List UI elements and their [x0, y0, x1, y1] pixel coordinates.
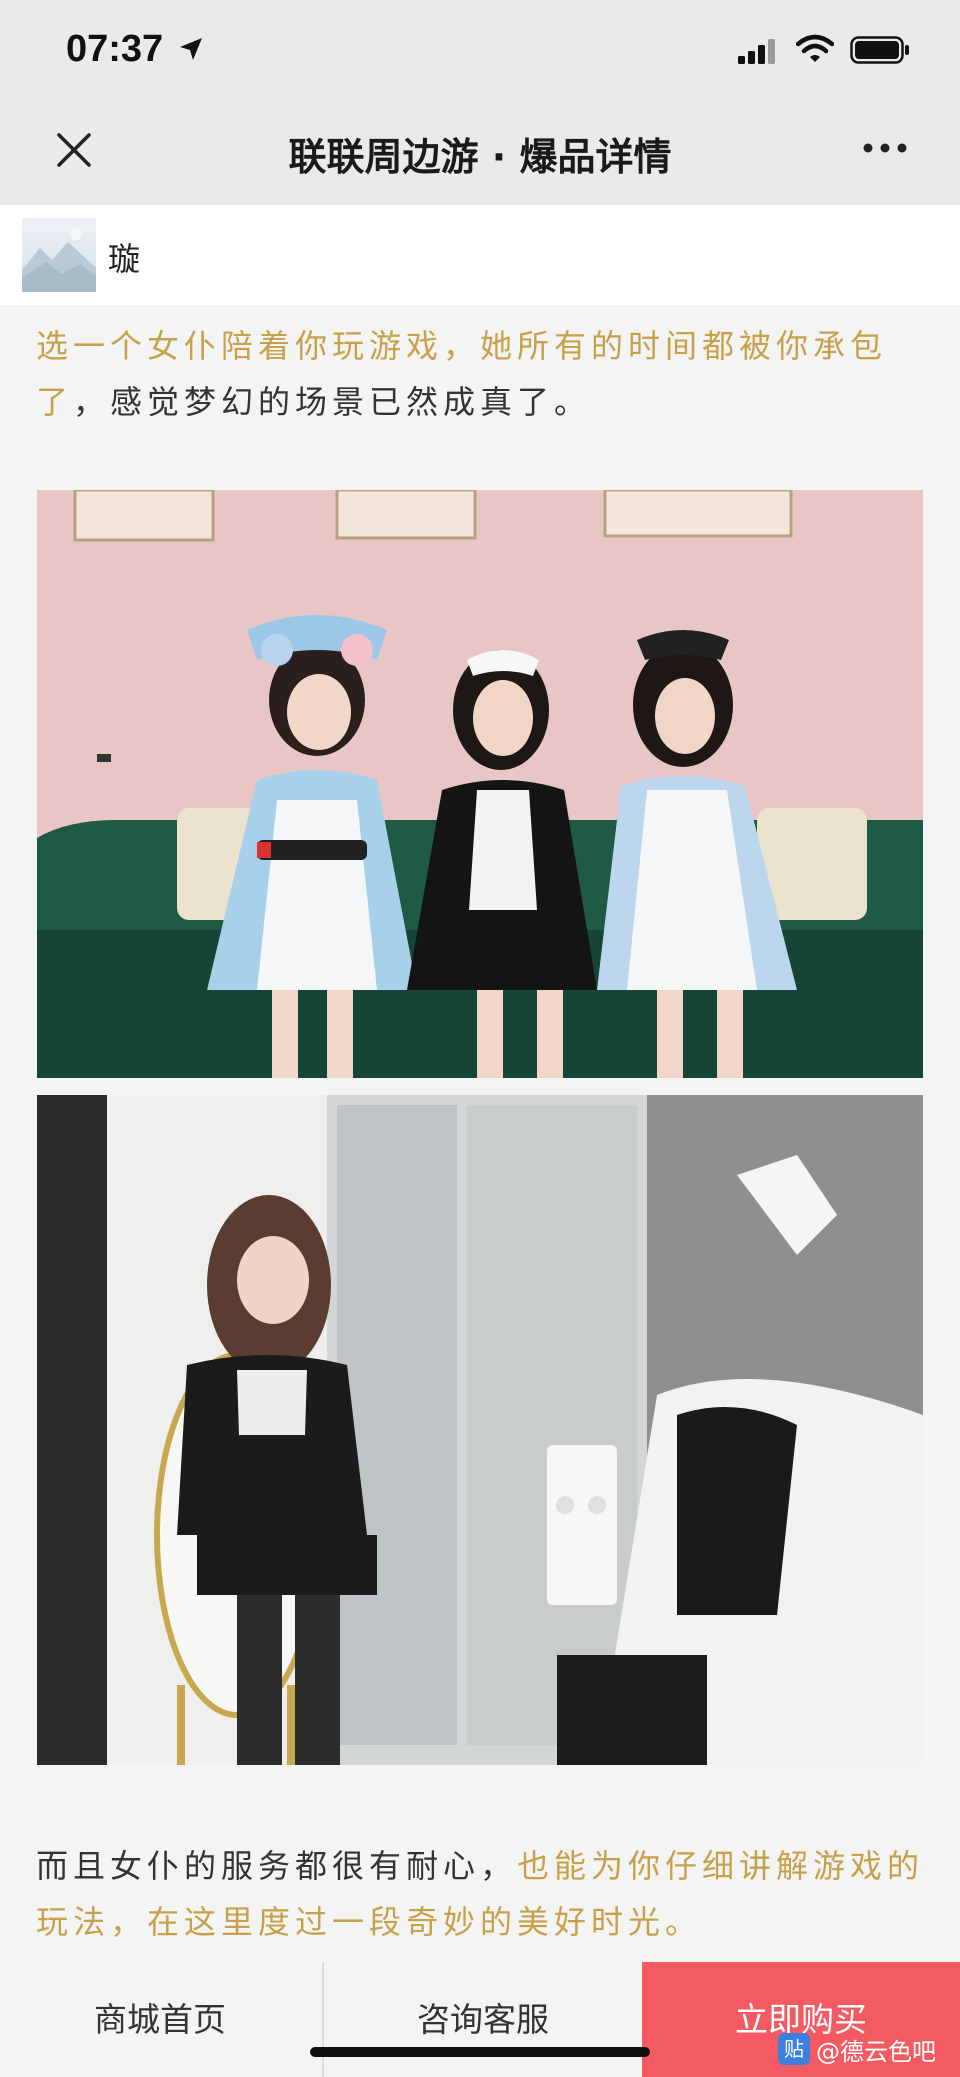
tab-customer-service[interactable]: 咨询客服: [322, 1962, 642, 2077]
maid-on-chair-photo: [37, 1095, 923, 1765]
paragraph-2-text: 而且女仆的服务都很有耐心，: [36, 1847, 518, 1885]
location-arrow-icon: [180, 38, 202, 60]
maids-on-sofa-photo: [37, 490, 923, 1078]
page-title: 联联周边游 · 爆品详情: [288, 135, 672, 179]
maids-on-sofa-illustration: [37, 490, 923, 1078]
article-paragraph-1: 选一个女仆陪着你玩游戏，她所有的时间都被你承包了，感觉梦幻的场景已然成真了。: [36, 318, 926, 430]
tab-mall-home[interactable]: 商城首页: [0, 1962, 320, 2077]
status-time: 07:37: [66, 28, 164, 70]
avatar-mountain-image: [22, 228, 96, 292]
watermark: 贴 @德云色吧: [778, 2030, 936, 2068]
watermark-text: @德云色吧: [816, 2037, 936, 2066]
paragraph-1-text: ，感觉梦幻的场景已然成真了。: [73, 383, 592, 421]
account-bar: [0, 205, 960, 305]
maid-on-chair-illustration: [37, 1095, 923, 1765]
article-paragraph-2: 而且女仆的服务都很有耐心，也能为你仔细讲解游戏的玩法，在这里度过一段奇妙的美好时…: [36, 1838, 926, 1950]
account-name[interactable]: 璇: [108, 234, 140, 280]
signal-icon: [738, 39, 775, 64]
home-indicator[interactable]: [310, 2047, 650, 2057]
battery-icon: [850, 36, 909, 64]
tieba-logo-icon: 贴: [778, 2033, 810, 2065]
wifi-icon: [796, 34, 834, 62]
avatar[interactable]: [22, 218, 96, 292]
more-icon[interactable]: [862, 140, 908, 156]
